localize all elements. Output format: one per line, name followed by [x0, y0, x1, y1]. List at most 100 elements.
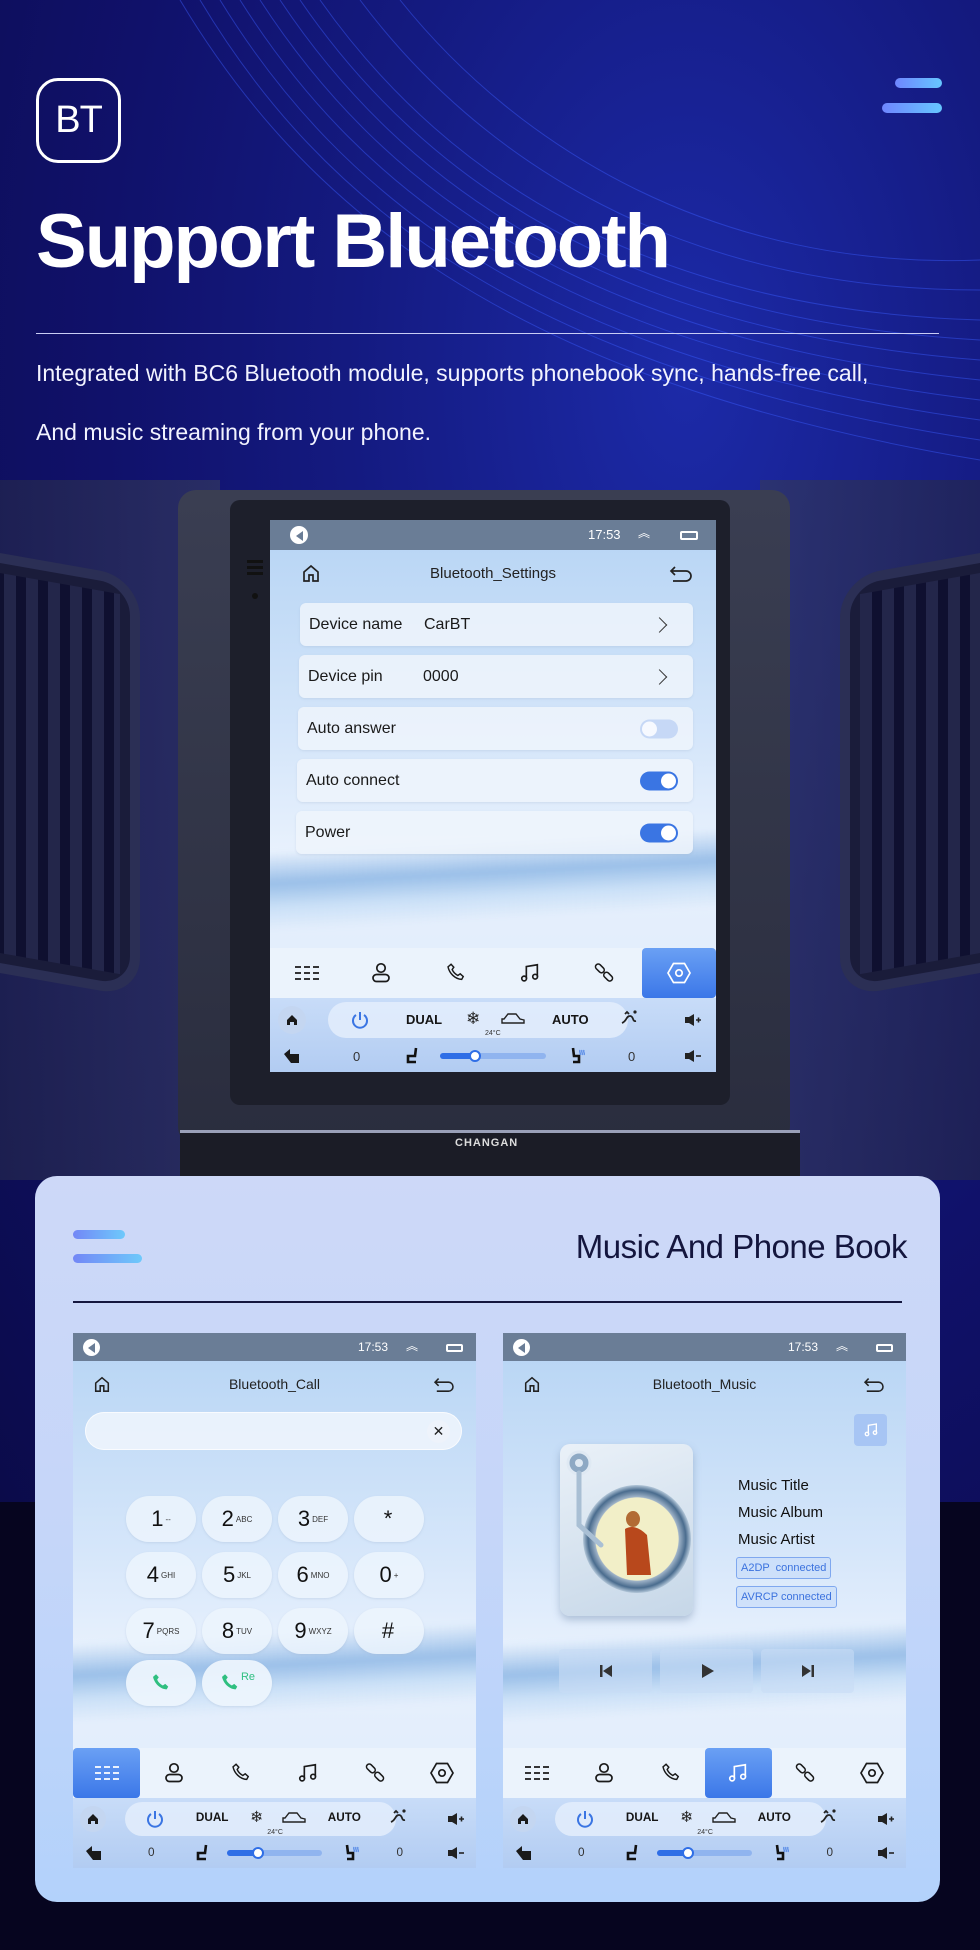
tab-music[interactable] [704, 1748, 772, 1798]
climate-power-icon[interactable] [350, 1010, 370, 1030]
home-button[interactable] [510, 1806, 536, 1832]
back-arrow-icon[interactable] [282, 1048, 300, 1064]
right-seat-heat-icon[interactable] [570, 1046, 586, 1064]
fan-speed-knob[interactable] [468, 1049, 481, 1062]
fan-speed-slider[interactable] [656, 1846, 753, 1859]
dialpad-key[interactable]: 3 DEF [278, 1496, 348, 1542]
call-button[interactable] [126, 1660, 196, 1706]
climate-power-icon[interactable] [575, 1809, 595, 1829]
tab-call-log[interactable] [637, 1748, 704, 1798]
previous-track-button[interactable] [559, 1649, 652, 1693]
dial-number-input[interactable] [85, 1412, 462, 1450]
dialpad-key[interactable]: # [354, 1608, 424, 1654]
hardware-menu-icon[interactable] [247, 560, 263, 578]
tab-contacts[interactable] [140, 1748, 207, 1798]
tab-settings[interactable] [839, 1748, 906, 1798]
air-recirculation-icon[interactable] [711, 1811, 737, 1825]
dialpad-key[interactable]: 0 + [354, 1552, 424, 1598]
airflow-mode-icon[interactable] [389, 1808, 407, 1826]
airflow-mode-icon[interactable] [819, 1808, 837, 1826]
back-arrow-icon[interactable] [433, 1375, 455, 1393]
tab-call-log[interactable] [419, 948, 493, 998]
dialpad-key[interactable]: 4 GHI [126, 1552, 196, 1598]
left-seat-icon[interactable] [195, 1843, 209, 1861]
back-arrow-icon[interactable] [84, 1845, 102, 1861]
settings-row-device-name[interactable]: Device name CarBT [300, 603, 693, 646]
tab-contacts[interactable] [570, 1748, 637, 1798]
auto-button[interactable]: AUTO [552, 1012, 589, 1027]
fan-speed-knob[interactable] [682, 1846, 695, 1859]
chevron-up-double-icon[interactable]: ︽ [406, 1337, 418, 1354]
fan-speed-slider[interactable] [226, 1846, 323, 1859]
tab-music[interactable] [493, 948, 567, 998]
chevron-up-double-icon[interactable]: ︽ [836, 1337, 848, 1354]
settings-row-device-pin[interactable]: Device pin 0000 [299, 655, 693, 698]
dialpad-key[interactable]: 6 MNO [278, 1552, 348, 1598]
home-button[interactable] [278, 1006, 306, 1035]
power-toggle[interactable] [640, 823, 678, 842]
right-seat-heat-icon[interactable] [344, 1843, 360, 1861]
dialpad-key[interactable]: 8 TUV [202, 1608, 272, 1654]
right-seat-heat-icon[interactable] [774, 1843, 790, 1861]
clear-input-button[interactable]: ✕ [427, 1420, 450, 1443]
left-seat-heat-level: 0 [147, 1845, 155, 1859]
volume-up-icon[interactable] [684, 1013, 702, 1027]
back-arrow-icon[interactable] [669, 563, 693, 583]
tab-settings[interactable] [409, 1748, 476, 1798]
back-arrow-icon[interactable] [863, 1375, 885, 1393]
air-recirculation-icon[interactable] [500, 1012, 526, 1026]
volume-down-icon[interactable] [877, 1846, 895, 1860]
auto-button[interactable]: AUTO [758, 1811, 791, 1824]
recent-apps-icon[interactable] [680, 531, 698, 540]
dual-button[interactable]: DUAL [406, 1012, 442, 1027]
tab-contacts[interactable] [344, 948, 418, 998]
left-seat-icon[interactable] [405, 1046, 419, 1064]
auto-button[interactable]: AUTO [328, 1811, 361, 1824]
tab-dialpad[interactable] [503, 1748, 570, 1798]
chevron-up-double-icon[interactable]: ︽ [638, 524, 650, 541]
volume-down-icon[interactable] [684, 1049, 702, 1063]
recent-apps-icon[interactable] [876, 1344, 893, 1352]
airflow-mode-icon[interactable] [620, 1009, 638, 1027]
dialpad-key[interactable]: 1 -- [126, 1496, 196, 1542]
dual-button[interactable]: DUAL [196, 1811, 229, 1824]
ac-snowflake-icon[interactable]: ❄ [680, 1808, 693, 1827]
dialpad-key[interactable]: 5 JKL [202, 1552, 272, 1598]
dual-button[interactable]: DUAL [626, 1811, 659, 1824]
home-button[interactable] [80, 1806, 106, 1832]
ac-snowflake-icon[interactable]: ❄ [466, 1009, 480, 1029]
back-circle-icon[interactable] [290, 526, 308, 544]
tab-pairing[interactable] [567, 948, 641, 998]
back-circle-icon[interactable] [513, 1339, 530, 1356]
dialpad-key[interactable]: 7 PQRS [126, 1608, 196, 1654]
tab-music[interactable] [275, 1748, 342, 1798]
tab-settings[interactable] [641, 948, 716, 998]
tab-dialpad[interactable] [270, 948, 344, 998]
volume-up-icon[interactable] [877, 1812, 895, 1826]
volume-up-icon[interactable] [447, 1812, 465, 1826]
tab-call-log[interactable] [207, 1748, 274, 1798]
play-button[interactable] [660, 1649, 753, 1693]
left-seat-icon[interactable] [625, 1843, 639, 1861]
air-recirculation-icon[interactable] [281, 1811, 307, 1825]
dialpad-key[interactable]: * [354, 1496, 424, 1542]
auto-answer-toggle[interactable] [640, 719, 678, 738]
climate-power-icon[interactable] [145, 1809, 165, 1829]
back-arrow-icon[interactable] [514, 1845, 532, 1861]
tab-pairing[interactable] [342, 1748, 409, 1798]
ac-snowflake-icon[interactable]: ❄ [250, 1808, 263, 1827]
next-track-button[interactable] [761, 1649, 854, 1693]
redial-button[interactable]: Re [202, 1660, 272, 1706]
fan-speed-slider[interactable] [440, 1049, 546, 1062]
back-circle-icon[interactable] [83, 1339, 100, 1356]
tab-dialpad[interactable] [73, 1748, 141, 1798]
tab-pairing[interactable] [772, 1748, 839, 1798]
volume-down-icon[interactable] [447, 1846, 465, 1860]
dialpad-key[interactable]: 9 WXYZ [278, 1608, 348, 1654]
screen-title: Bluetooth_Settings [430, 565, 556, 582]
recent-apps-icon[interactable] [446, 1344, 463, 1352]
music-source-button[interactable] [854, 1414, 887, 1446]
dialpad-key[interactable]: 2 ABC [202, 1496, 272, 1542]
auto-connect-toggle[interactable] [640, 771, 678, 790]
fan-speed-knob[interactable] [252, 1846, 265, 1859]
